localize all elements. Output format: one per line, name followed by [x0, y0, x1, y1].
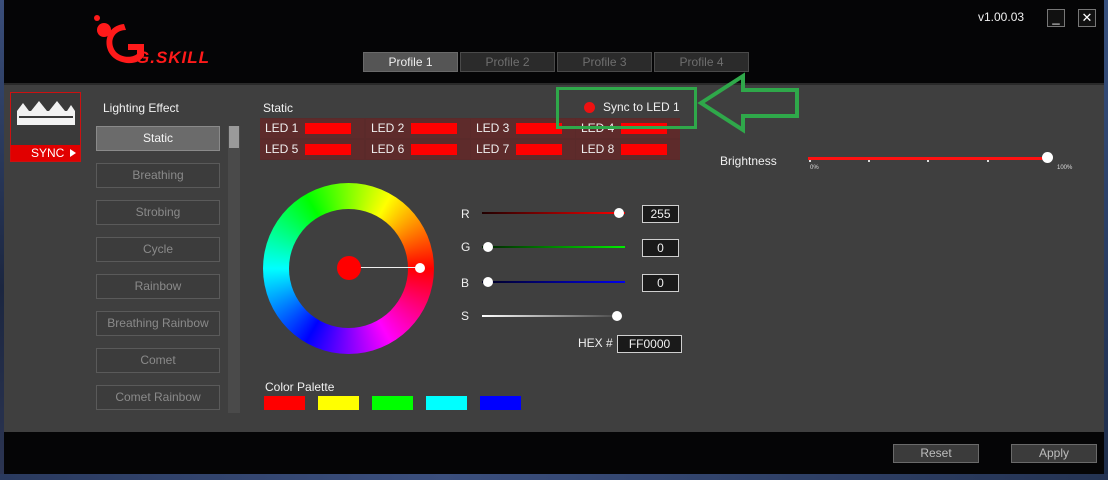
led-label: LED 7 [476, 142, 510, 156]
static-title: Static [263, 101, 294, 115]
brightness-tick [809, 160, 811, 162]
brightness-slider-thumb[interactable] [1042, 152, 1053, 163]
version-label: v1.00.03 [978, 10, 1025, 24]
blue-value-input[interactable]: 0 [642, 274, 679, 292]
ram-module-selector[interactable]: SYNC [10, 92, 81, 162]
green-slider-track[interactable] [482, 246, 625, 248]
tab-profile-3[interactable]: Profile 3 [557, 52, 652, 72]
effect-strobing-button[interactable]: Strobing [96, 200, 220, 225]
led-label: LED 8 [581, 142, 615, 156]
led-color-swatch [305, 123, 351, 134]
led-8-cell[interactable]: LED 8 [576, 140, 680, 159]
led-7-cell[interactable]: LED 7 [471, 140, 575, 159]
gskill-logo-icon [94, 15, 144, 64]
gskill-logo-text: G.SKILL [136, 48, 211, 67]
apply-button[interactable]: Apply [1011, 444, 1097, 463]
led-label: LED 2 [371, 121, 405, 135]
green-label: G [461, 240, 471, 254]
effect-breathing-button[interactable]: Breathing [96, 163, 220, 188]
gskill-trident-z-lighting-window: G.SKILL v1.00.03 _ ✕ Profile 1 Profile 2… [0, 0, 1108, 480]
profile-tabs: Profile 1 Profile 2 Profile 3 Profile 4 [363, 52, 749, 72]
led-color-swatch [411, 123, 457, 134]
saturation-label: S [461, 309, 470, 323]
sync-label: SYNC [11, 145, 80, 161]
led-5-cell[interactable]: LED 5 [260, 140, 364, 159]
green-value-input[interactable]: 0 [642, 239, 679, 257]
palette-swatch-red[interactable] [264, 396, 305, 410]
led-color-swatch [516, 144, 562, 155]
palette-swatch-blue[interactable] [480, 396, 521, 410]
effect-comet-rainbow-button[interactable]: Comet Rainbow [96, 385, 220, 410]
led-label: LED 1 [265, 121, 299, 135]
minimize-button[interactable]: _ [1047, 9, 1065, 27]
led-1-cell[interactable]: LED 1 [260, 119, 364, 138]
blue-label: B [461, 276, 470, 290]
saturation-slider-track[interactable] [482, 315, 625, 317]
brightness-label: Brightness [720, 154, 777, 168]
brightness-min-label: 0% [810, 165, 819, 171]
caret-right-icon [70, 149, 76, 157]
scrollbar-thumb[interactable] [229, 126, 239, 148]
tab-profile-1[interactable]: Profile 1 [363, 52, 458, 72]
red-value-input[interactable]: 255 [642, 205, 679, 223]
color-wheel-handle[interactable] [415, 263, 425, 273]
palette-swatch-yellow[interactable] [318, 396, 359, 410]
led-2-cell[interactable]: LED 2 [366, 119, 470, 138]
hex-value-input[interactable]: FF0000 [617, 335, 682, 353]
brightness-max-label: 100% [1057, 165, 1073, 171]
led-label: LED 5 [265, 142, 299, 156]
led-label: LED 3 [476, 121, 510, 135]
brightness-tick [868, 160, 870, 162]
color-palette-label: Color Palette [265, 380, 335, 394]
palette-swatch-green[interactable] [372, 396, 413, 410]
effect-rainbow-button[interactable]: Rainbow [96, 274, 220, 299]
brightness-tick [987, 160, 989, 162]
led-color-swatch [621, 144, 667, 155]
effect-static-button[interactable]: Static [96, 126, 220, 151]
green-slider-thumb[interactable] [483, 242, 493, 252]
tab-profile-2[interactable]: Profile 2 [460, 52, 555, 72]
annotation-highlight-box [556, 87, 697, 129]
blue-slider-track[interactable] [482, 281, 625, 283]
led-6-cell[interactable]: LED 6 [366, 140, 470, 159]
lighting-effect-title: Lighting Effect [103, 101, 179, 115]
ram-stick-icon [17, 101, 75, 125]
effect-cycle-button[interactable]: Cycle [96, 237, 220, 262]
palette-swatch-cyan[interactable] [426, 396, 467, 410]
effect-comet-button[interactable]: Comet [96, 348, 220, 373]
brightness-tick [927, 160, 929, 162]
close-button[interactable]: ✕ [1078, 9, 1096, 27]
saturation-slider-thumb[interactable] [612, 311, 622, 321]
sync-label-text: SYNC [31, 146, 65, 160]
color-wheel[interactable] [263, 183, 434, 354]
led-color-swatch [305, 144, 351, 155]
led-label: LED 6 [371, 142, 405, 156]
blue-slider-thumb[interactable] [483, 277, 493, 287]
annotation-arrow-icon [697, 72, 799, 134]
desktop-background-bottom [0, 474, 1108, 480]
desktop-background-right [1104, 0, 1108, 480]
reset-button[interactable]: Reset [893, 444, 979, 463]
effect-list-scrollbar[interactable] [228, 126, 240, 413]
red-slider-track[interactable] [482, 212, 625, 214]
effect-breathing-rainbow-button[interactable]: Breathing Rainbow [96, 311, 220, 336]
red-label: R [461, 207, 470, 221]
hex-label: HEX # [578, 336, 613, 350]
color-preview-dot [337, 256, 361, 280]
red-slider-thumb[interactable] [614, 208, 624, 218]
tab-profile-4[interactable]: Profile 4 [654, 52, 749, 72]
led-color-swatch [411, 144, 457, 155]
